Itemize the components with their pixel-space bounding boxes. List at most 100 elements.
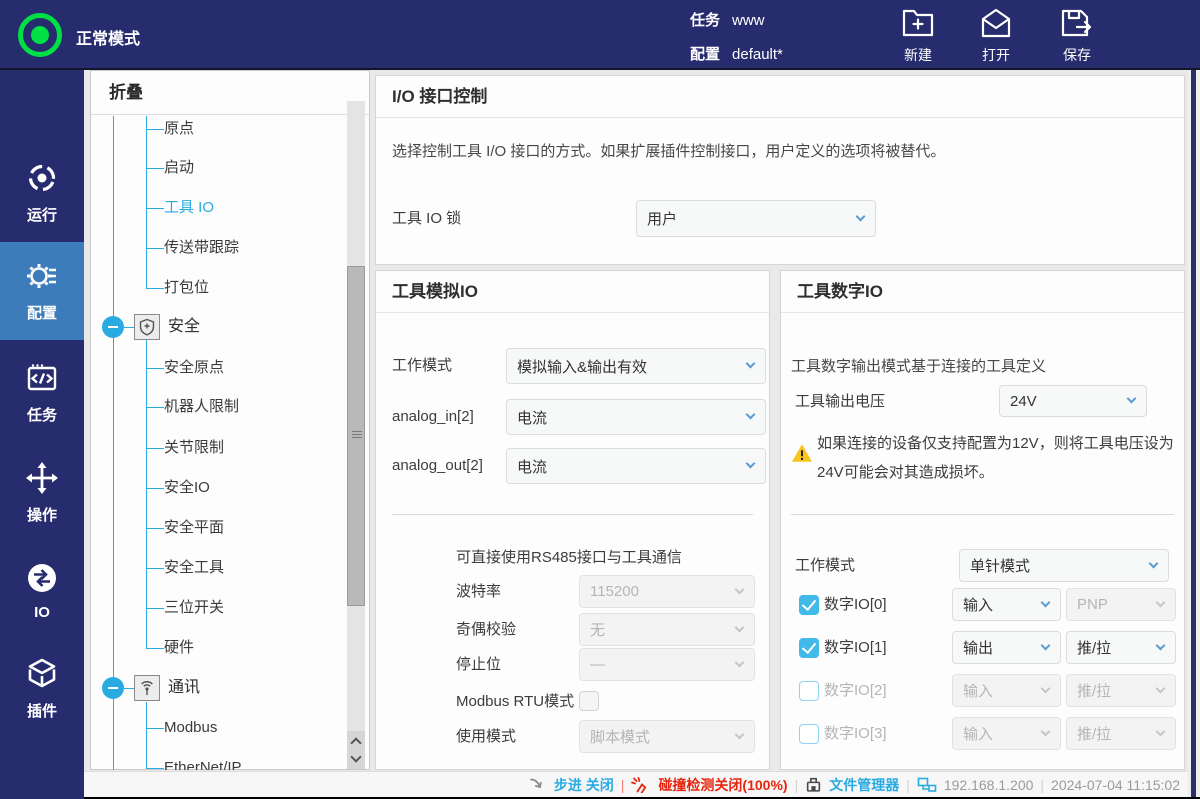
new-button[interactable]: 新建 [887,7,949,65]
new-folder-icon [901,7,935,39]
tree-item-tool-io[interactable]: 工具 IO [164,195,214,221]
scroll-down-icon[interactable] [350,751,361,762]
baud-rate-value: 115200 [590,583,639,600]
scroll-up-icon[interactable] [350,737,361,748]
digital-io-0-checkbox[interactable] [799,595,819,615]
tree-scrollbar-thumb[interactable] [347,266,365,606]
chevron-down-icon [1156,640,1166,650]
tree-item-modbus[interactable]: Modbus [164,715,217,741]
tree-item-robot-limit[interactable]: 机器人限制 [164,394,239,420]
task-label: 任务 [690,12,720,29]
digital-work-mode-dropdown[interactable]: 单针模式 [959,549,1169,582]
analog-in-dropdown[interactable]: 电流 [506,399,766,435]
collapse-minus-icon[interactable] [102,677,124,699]
save-floppy-icon [1059,7,1095,39]
sidebar-item-plugin[interactable]: 插件 [0,646,84,730]
tree-group-safety[interactable]: 安全 [91,314,331,340]
digital-io-0-type-dropdown: PNP [1066,588,1176,621]
gear-icon [24,258,60,294]
digital-work-mode-value: 单针模式 [970,555,1030,576]
stop-bit-value: — [590,656,605,673]
analog-in-value: 电流 [517,407,547,428]
warning-triangle-icon [791,443,813,468]
parity-dropdown: 无 [579,613,755,646]
digital-panel-description: 工具数字输出模式基于连接的工具定义 [791,355,1046,376]
type-value: 推/拉 [1077,637,1111,658]
digital-io-2-direction-dropdown: 输入 [952,674,1061,707]
sidebar-item-task[interactable]: 任务 [0,350,84,434]
sidebar-item-io[interactable]: IO [0,550,84,630]
modbus-rtu-checkbox [579,691,599,711]
tool-io-lock-dropdown[interactable]: 用户 [636,200,876,237]
direction-value: 输入 [963,594,993,615]
analog-in-label: analog_in[2] [392,406,474,428]
work-mode-value: 模拟输入&输出有效 [517,356,647,377]
chevron-down-icon [1041,640,1051,650]
analog-work-mode-dropdown[interactable]: 模拟输入&输出有效 [506,348,766,384]
tree-item-hardware[interactable]: 硬件 [164,635,194,661]
collision-icon [631,777,651,793]
tool-voltage-value: 24V [1010,393,1037,410]
tree-item-startup[interactable]: 启动 [164,155,194,181]
tree-item-home[interactable]: 原点 [164,116,194,142]
separator: | [621,777,625,793]
tree-scrollbar[interactable] [347,101,365,769]
sidebar-item-config[interactable]: 配置 [0,242,84,340]
tree-item-safety-home[interactable]: 安全原点 [164,355,224,381]
tree-item-pallet[interactable]: 打包位 [164,275,209,301]
save-button[interactable]: 保存 [1046,7,1108,65]
io-interface-panel: I/O 接口控制 选择控制工具 I/O 接口的方式。如果扩展插件控制接口，用户定… [375,75,1185,265]
digital-io-1-direction-dropdown[interactable]: 输出 [952,631,1061,664]
tree-branch-line [146,116,147,288]
tree-item-joint-limit[interactable]: 关节限制 [164,435,224,461]
ip-address: 192.168.1.200 [944,777,1034,793]
usage-mode-label: 使用模式 [456,726,516,748]
run-target-icon [24,160,60,196]
shield-icon [134,314,160,340]
tool-voltage-label: 工具输出电压 [795,391,885,413]
digital-io-1-checkbox[interactable] [799,638,819,658]
tree-item-conveyor[interactable]: 传送带跟踪 [164,235,239,261]
digital-io-row-3: 数字IO[3] 输入 推/拉 [781,717,1181,751]
tree-item-three-switch[interactable]: 三位开关 [164,595,224,621]
main-scrollbar-thumb[interactable] [1191,70,1196,797]
open-button[interactable]: 打开 [965,7,1027,65]
digital-io-3-checkbox[interactable] [799,724,819,744]
step-status[interactable]: 步进 关闭 [554,775,614,795]
tree-group-comms[interactable]: 通讯 [91,675,331,701]
digital-io-row-2: 数字IO[2] 输入 推/拉 [781,674,1181,708]
baud-rate-dropdown: 115200 [579,575,755,608]
digital-io-2-type-dropdown: 推/拉 [1066,674,1176,707]
tree-connector [124,688,134,689]
tree-item-safety-io[interactable]: 安全IO [164,475,210,501]
tree-item-safety-tool[interactable]: 安全工具 [164,555,224,581]
sidebar-item-operate[interactable]: 操作 [0,450,84,534]
direction-value: 输出 [963,637,993,658]
file-manager-link[interactable]: 文件管理器 [829,775,899,795]
config-tree: 原点 启动 工具 IO 传送带跟踪 打包位 安全 安全原点 机器人限制 关节限制… [91,116,347,770]
warning-text: 如果连接的设备仅支持配置为12V，则将工具电压设为24V可能会对其造成损坏。 [817,429,1175,487]
tree-collapse-button[interactable]: 折叠 [91,71,369,115]
chevron-down-icon [1156,597,1166,607]
main-scrollbar[interactable] [1188,70,1200,797]
parity-label: 奇偶校验 [456,619,516,641]
digital-io-1-label: 数字IO[1] [824,637,887,659]
digital-io-1-type-dropdown[interactable]: 推/拉 [1066,631,1176,664]
analog-out-dropdown[interactable]: 电流 [506,448,766,484]
config-row: 配置default* [690,43,783,64]
tree-item-safety-plane[interactable]: 安全平面 [164,515,224,541]
config-tree-panel: 折叠 原点 启动 工具 IO 传送带跟踪 打包位 安全 安全原点 机器人限制 关… [90,70,370,770]
digital-work-mode-label: 工作模式 [795,555,855,577]
tree-item-ethernet-ip[interactable]: EtherNet/IP [164,755,242,770]
digital-io-row-1: 数字IO[1] 输出 推/拉 [781,631,1181,665]
digital-io-2-label: 数字IO[2] [824,680,887,702]
collapse-minus-icon[interactable] [102,316,124,338]
modbus-rtu-label: Modbus RTU模式 [456,691,574,713]
tool-voltage-dropdown[interactable]: 24V [999,385,1147,417]
digital-io-2-checkbox[interactable] [799,681,819,701]
collision-status[interactable]: 碰撞检测关闭(100%) [658,775,787,795]
sidebar-item-label: 运行 [0,204,84,225]
digital-io-0-direction-dropdown[interactable]: 输入 [952,588,1061,621]
sidebar-item-run[interactable]: 运行 [0,150,84,234]
voltage-warning: 如果连接的设备仅支持配置为12V，则将工具电压设为24V可能会对其造成损坏。 [791,429,1179,487]
